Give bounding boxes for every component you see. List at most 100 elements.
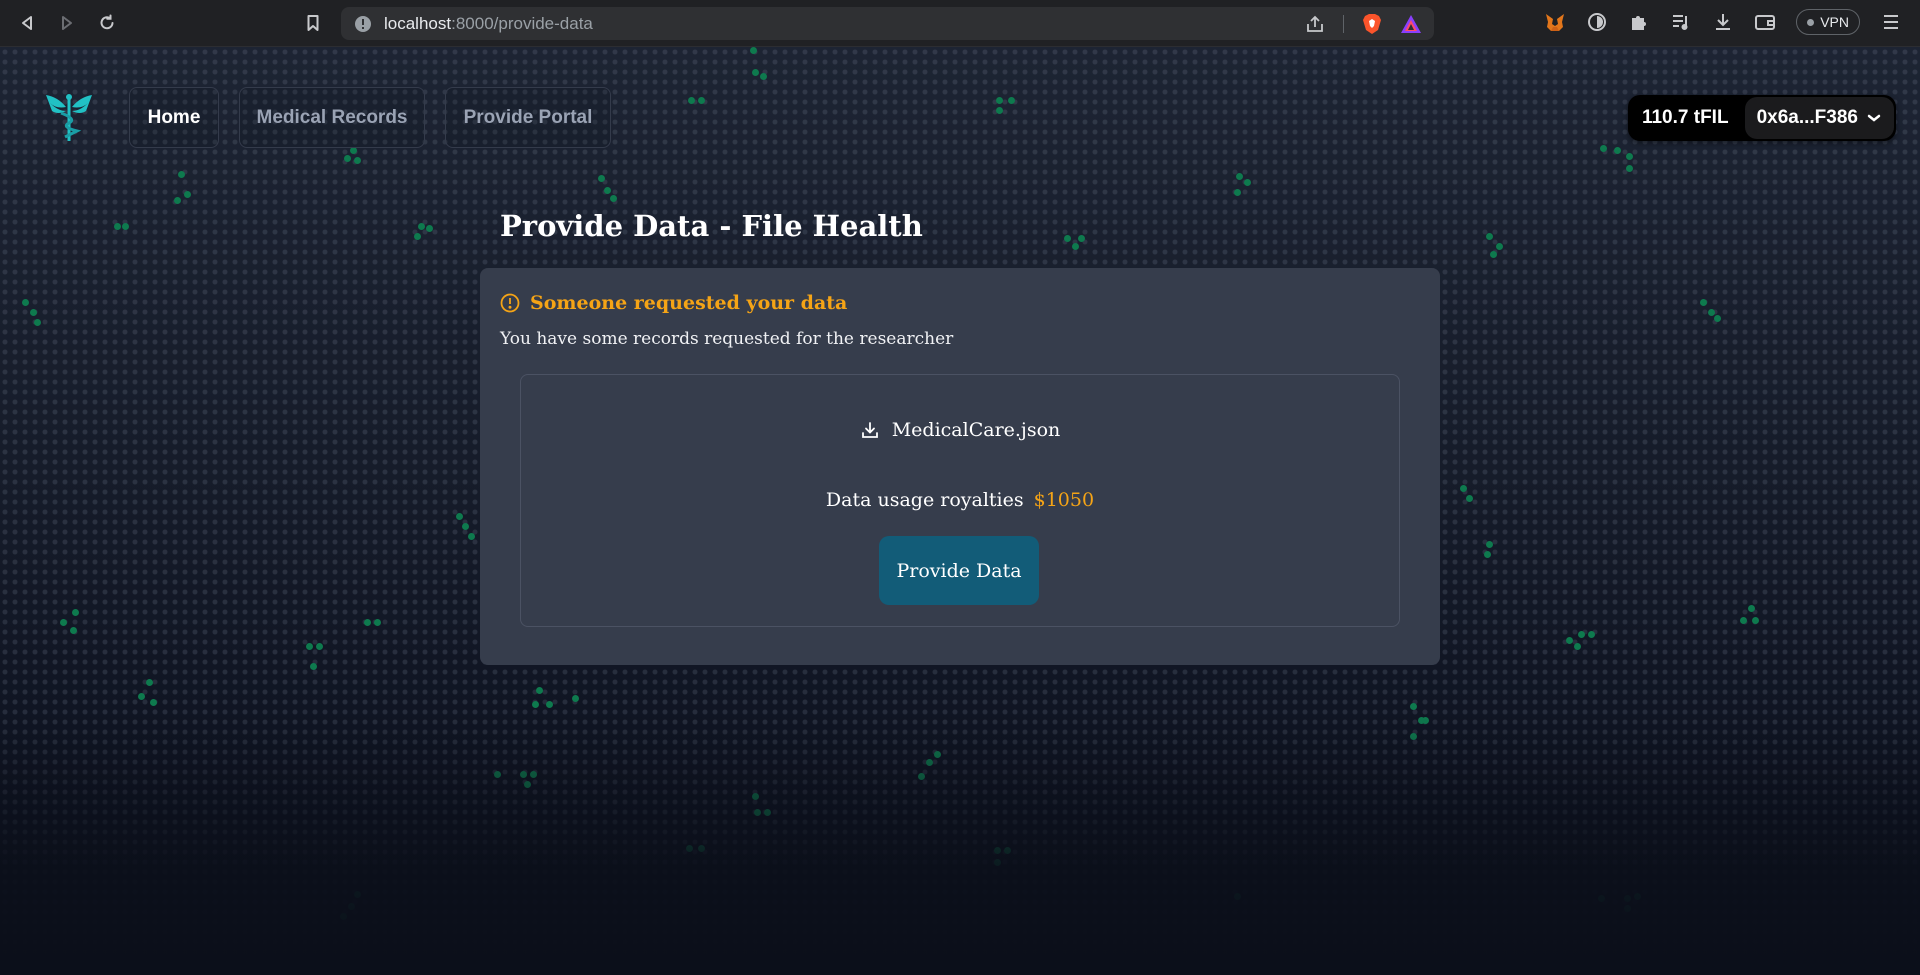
- green-dot: [754, 809, 761, 816]
- green-dot: [1078, 235, 1085, 242]
- green-dot: [1624, 895, 1631, 902]
- green-dot: [1614, 147, 1621, 154]
- nav-tab-provide-portal[interactable]: Provide Portal: [445, 87, 611, 148]
- reload-icon[interactable]: [92, 8, 122, 38]
- green-dot: [1624, 905, 1631, 912]
- green-dot: [1460, 485, 1467, 492]
- green-dot: [752, 793, 759, 800]
- green-dot: [1064, 235, 1071, 242]
- green-dot: [344, 155, 351, 162]
- brave-rewards-icon[interactable]: [1400, 14, 1422, 34]
- green-dot: [1752, 617, 1759, 624]
- green-dot: [340, 913, 347, 920]
- green-dot: [150, 699, 157, 706]
- green-dot: [750, 47, 757, 54]
- green-dot: [536, 687, 543, 694]
- menu-icon[interactable]: [1880, 11, 1902, 33]
- green-dot: [1422, 717, 1429, 724]
- file-request-box: MedicalCare.json Data usage royalties $1…: [520, 374, 1400, 627]
- green-dot: [1410, 733, 1417, 740]
- file-download-link[interactable]: MedicalCare.json: [521, 419, 1399, 441]
- green-dot: [468, 533, 475, 540]
- brave-shield-icon[interactable]: [1362, 13, 1382, 35]
- wallet-icon[interactable]: [1754, 11, 1776, 33]
- nav-tab-medical-records[interactable]: Medical Records: [239, 87, 425, 148]
- page-title: Provide Data - File Health: [500, 209, 923, 243]
- green-dot: [994, 847, 1001, 854]
- green-dot: [1634, 893, 1641, 900]
- download-icon[interactable]: [1712, 11, 1734, 33]
- green-dot: [1588, 631, 1595, 638]
- metamask-icon[interactable]: [1544, 11, 1566, 33]
- green-dot: [1600, 145, 1607, 152]
- royalty-value: $1050: [1033, 489, 1095, 511]
- caduceus-logo-icon[interactable]: [44, 91, 94, 143]
- green-dot: [456, 513, 463, 520]
- green-dot: [122, 223, 129, 230]
- address-bar[interactable]: localhost:8000/provide-data: [341, 7, 1434, 40]
- green-dot: [918, 773, 925, 780]
- green-dot: [1496, 243, 1503, 250]
- green-dot: [1236, 173, 1243, 180]
- green-dot: [1700, 299, 1707, 306]
- green-dot: [1708, 309, 1715, 316]
- extension-circle-icon[interactable]: [1586, 11, 1608, 33]
- nav-tab-label: Medical Records: [256, 106, 408, 128]
- green-dot: [174, 197, 181, 204]
- green-dot: [532, 701, 539, 708]
- wallet-address: 0x6a...F386: [1756, 107, 1858, 128]
- royalty-info: Data usage royalties $1050: [521, 489, 1399, 511]
- share-icon[interactable]: [1305, 14, 1325, 34]
- green-dot: [530, 771, 537, 778]
- green-dot: [1626, 165, 1633, 172]
- green-dot: [1234, 189, 1241, 196]
- chevron-down-icon: [1867, 114, 1881, 122]
- green-dot: [752, 69, 759, 76]
- warning-circle-icon: [500, 293, 520, 313]
- green-dot: [760, 73, 767, 80]
- green-dot: [1748, 605, 1755, 612]
- green-dot: [1072, 243, 1079, 250]
- nav-tab-label: Provide Portal: [463, 106, 593, 128]
- vpn-status-dot: [1807, 18, 1815, 26]
- green-dot: [546, 701, 553, 708]
- green-dot: [1008, 97, 1015, 104]
- green-dot: [22, 299, 29, 306]
- wallet-balance[interactable]: 110.7 tFIL: [1628, 95, 1743, 141]
- green-dot: [604, 187, 611, 194]
- wallet-address-button[interactable]: 0x6a...F386: [1744, 97, 1894, 139]
- bookmark-icon[interactable]: [298, 8, 328, 38]
- green-dot: [70, 627, 77, 634]
- green-dot: [1574, 643, 1581, 650]
- green-dot: [348, 903, 355, 910]
- green-dot: [524, 781, 531, 788]
- forward-icon[interactable]: [52, 8, 82, 38]
- green-dot: [418, 223, 425, 230]
- green-dot: [354, 891, 361, 898]
- green-dot: [926, 759, 933, 766]
- playlist-icon[interactable]: [1670, 11, 1692, 33]
- green-dot: [146, 679, 153, 686]
- nav-tab-label: Home: [147, 106, 201, 128]
- green-dot: [138, 693, 145, 700]
- green-dot: [1484, 551, 1491, 558]
- extensions-puzzle-icon[interactable]: [1628, 11, 1650, 33]
- green-dot: [374, 619, 381, 626]
- vpn-button[interactable]: VPN: [1796, 9, 1860, 35]
- green-dot: [310, 663, 317, 670]
- green-dot: [350, 147, 357, 154]
- wallet-widget[interactable]: 110.7 tFIL 0x6a...F386: [1627, 95, 1896, 141]
- green-dot: [1598, 895, 1605, 902]
- green-dot: [72, 609, 79, 616]
- green-dot: [572, 695, 579, 702]
- site-info-icon[interactable]: [354, 15, 372, 33]
- green-dot: [316, 643, 323, 650]
- green-dot: [994, 859, 1001, 866]
- green-dot: [494, 771, 501, 778]
- back-icon[interactable]: [12, 8, 42, 38]
- page-background: Home Medical Records Provide Portal 110.…: [0, 47, 1920, 975]
- nav-tab-home[interactable]: Home: [129, 87, 219, 148]
- green-dot: [1486, 233, 1493, 240]
- green-dot: [462, 523, 469, 530]
- provide-data-button[interactable]: Provide Data: [879, 536, 1039, 605]
